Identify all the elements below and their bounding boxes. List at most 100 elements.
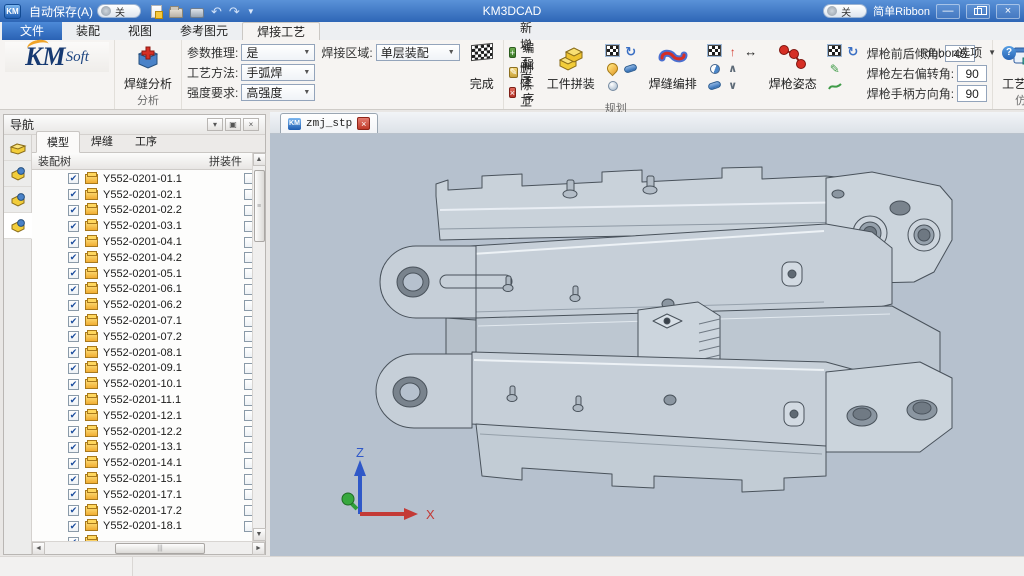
tree-row[interactable]: ✔ Y552-0201-06.2 <box>32 297 265 313</box>
scroll-up-icon[interactable]: ▲ <box>253 153 266 166</box>
part-name[interactable]: Y552-0201-02.1 <box>103 189 244 201</box>
tab-welding-process[interactable]: 焊接工艺 <box>242 22 320 40</box>
part-name[interactable]: Y552-0201-17.1 <box>103 489 244 501</box>
tab-reference[interactable]: 参考图元 <box>166 22 242 40</box>
visibility-checkbox[interactable]: ✔ <box>68 268 79 279</box>
close-button[interactable]: × <box>996 4 1020 19</box>
vertical-scrollbar[interactable]: ▲ ≡ ▼ <box>252 153 265 541</box>
paint-icon[interactable] <box>605 61 621 76</box>
visibility-checkbox[interactable]: ✔ <box>68 237 79 248</box>
tree-row[interactable]: ✔ Y552-0201-09.1 <box>32 361 265 377</box>
visibility-checkbox[interactable]: ✔ <box>68 252 79 263</box>
strip-weld-icon[interactable] <box>4 187 31 213</box>
visibility-checkbox[interactable]: ✔ <box>68 173 79 184</box>
visibility-checkbox[interactable]: ✔ <box>68 410 79 421</box>
visibility-checkbox[interactable]: ✔ <box>68 363 79 374</box>
capsule-icon[interactable] <box>707 78 723 93</box>
viewport-3d[interactable]: Z X <box>270 134 1024 556</box>
part-name[interactable]: Y552-0201-14.1 <box>103 457 244 469</box>
scrollbar-thumb[interactable]: ||| <box>115 543 205 554</box>
open-folder-icon[interactable] <box>169 8 183 18</box>
torch-yaw-input[interactable]: 90 <box>957 65 987 82</box>
document-close-icon[interactable]: × <box>357 117 370 130</box>
part-name[interactable]: Y552-0201-07.2 <box>103 331 244 343</box>
panel-menu-icon[interactable]: ▾ <box>207 118 223 131</box>
part-name[interactable]: Y552-0201-18.1 <box>103 520 244 532</box>
edit-pose-icon[interactable]: ✎ <box>827 61 843 76</box>
app-icon[interactable]: KM <box>4 4 21 19</box>
tree-row[interactable]: ✔Y552-0201-12.1 <box>32 408 265 424</box>
part-name[interactable]: Y552-0201-06.2 <box>103 299 244 311</box>
strip-process-icon[interactable] <box>4 213 32 239</box>
part-name[interactable]: Y552-0201-07.1 <box>103 315 244 327</box>
ribbon-mode-toggle[interactable]: 关 <box>823 4 867 18</box>
chevron-up-icon[interactable]: ∧ <box>725 61 741 76</box>
delete-process-button[interactable]: × 删除工序 <box>509 84 537 101</box>
move-up-icon[interactable]: ↑ <box>725 44 741 59</box>
tree-row[interactable]: ✔ Y552-0201-02.1 <box>32 187 265 203</box>
nav-tab-model[interactable]: 模型 <box>36 131 80 153</box>
help-icon[interactable]: ? <box>1002 46 1016 60</box>
part-name[interactable]: Y552-0201-08.1 <box>103 347 244 359</box>
tree-row[interactable]: ✔Y552-0201-02.2 <box>32 203 265 219</box>
visibility-checkbox[interactable]: ✔ <box>68 458 79 469</box>
tree-row[interactable]: ✔ Y552-0201-03.1 <box>32 218 265 234</box>
flag-icon[interactable] <box>707 44 722 57</box>
torch-pose-button[interactable]: 焊枪姿态 <box>765 42 821 94</box>
sphere-icon[interactable] <box>605 78 621 93</box>
document-tab[interactable]: KM zmj_stp × <box>280 113 378 133</box>
visibility-checkbox[interactable]: ✔ <box>68 521 79 532</box>
tree-row-partial[interactable]: ✔ <box>32 534 265 541</box>
visibility-checkbox[interactable]: ✔ <box>68 395 79 406</box>
part-name[interactable]: Y552-0201-05.1 <box>103 268 244 280</box>
visibility-checkbox[interactable]: ✔ <box>68 300 79 311</box>
tree-row[interactable]: ✔ Y552-0201-05.1 <box>32 266 265 282</box>
tree-row[interactable]: ✔Y552-0201-04.2 <box>32 250 265 266</box>
visibility-checkbox[interactable]: ✔ <box>68 189 79 200</box>
tab-assembly[interactable]: 装配 <box>62 22 114 40</box>
strip-model-icon[interactable] <box>4 135 31 161</box>
param-reasoning-select[interactable]: 是▼ <box>241 44 315 61</box>
visibility-checkbox[interactable]: ✔ <box>68 221 79 232</box>
horizontal-scrollbar[interactable]: ◄ ||| ► <box>32 541 265 554</box>
part-name[interactable]: Y552-0201-03.1 <box>103 220 244 232</box>
part-name[interactable]: Y552-0201-10.1 <box>103 378 244 390</box>
panel-pin-icon[interactable]: ▣ <box>225 118 241 131</box>
distance-icon[interactable]: ↔ <box>743 44 759 59</box>
tree-row[interactable]: ✔ Y552-0201-18.1 <box>32 519 265 535</box>
weld-region-select[interactable]: 单层装配▼ <box>376 44 460 61</box>
flag-icon[interactable] <box>605 44 620 57</box>
half-sphere-icon[interactable] <box>707 61 723 76</box>
path-curve-icon[interactable] <box>827 78 843 93</box>
minimize-button[interactable]: — <box>936 4 960 19</box>
tree-row[interactable]: ✔ Y552-0201-14.1 <box>32 455 265 471</box>
strip-assembly-icon[interactable] <box>4 161 31 187</box>
tree-row[interactable]: ✔Y552-0201-17.2 <box>32 503 265 519</box>
visibility-checkbox[interactable]: ✔ <box>68 205 79 216</box>
visibility-checkbox[interactable]: ✔ <box>68 347 79 358</box>
visibility-checkbox[interactable]: ✔ <box>68 537 79 541</box>
scroll-right-icon[interactable]: ► <box>252 542 265 555</box>
tab-file[interactable]: 文件 <box>2 22 62 40</box>
visibility-checkbox[interactable]: ✔ <box>68 316 79 327</box>
collapse-ribbon-icon[interactable]: △ <box>906 47 914 58</box>
restore-button[interactable] <box>966 4 990 19</box>
process-method-select[interactable]: 手弧焊▼ <box>241 64 315 81</box>
visibility-checkbox[interactable]: ✔ <box>68 379 79 390</box>
scroll-left-icon[interactable]: ◄ <box>32 542 45 555</box>
undo-icon[interactable]: ↶ <box>211 5 222 18</box>
visibility-checkbox[interactable]: ✔ <box>68 426 79 437</box>
weld-analysis-button[interactable]: 焊缝分析 <box>120 42 176 94</box>
rotate-icon[interactable]: ↻ <box>845 44 861 59</box>
part-name[interactable]: Y552-0201-04.1 <box>103 236 244 248</box>
part-name[interactable]: Y552-0201-06.1 <box>103 283 244 295</box>
chevron-down-icon[interactable]: ∨ <box>725 78 741 93</box>
tree-row[interactable]: ✔ Y552-0201-08.1 <box>32 345 265 361</box>
tree-row[interactable]: ✔ Y552-0201-04.1 <box>32 234 265 250</box>
part-name[interactable]: Y552-0201-09.1 <box>103 362 244 374</box>
part-name[interactable]: Y552-0201-13.1 <box>103 441 244 453</box>
nav-tab-process[interactable]: 工序 <box>124 130 168 152</box>
strength-requirement-select[interactable]: 高强度▼ <box>241 84 315 101</box>
part-name[interactable]: Y552-0201-15.1 <box>103 473 244 485</box>
flag-icon[interactable] <box>827 44 842 57</box>
